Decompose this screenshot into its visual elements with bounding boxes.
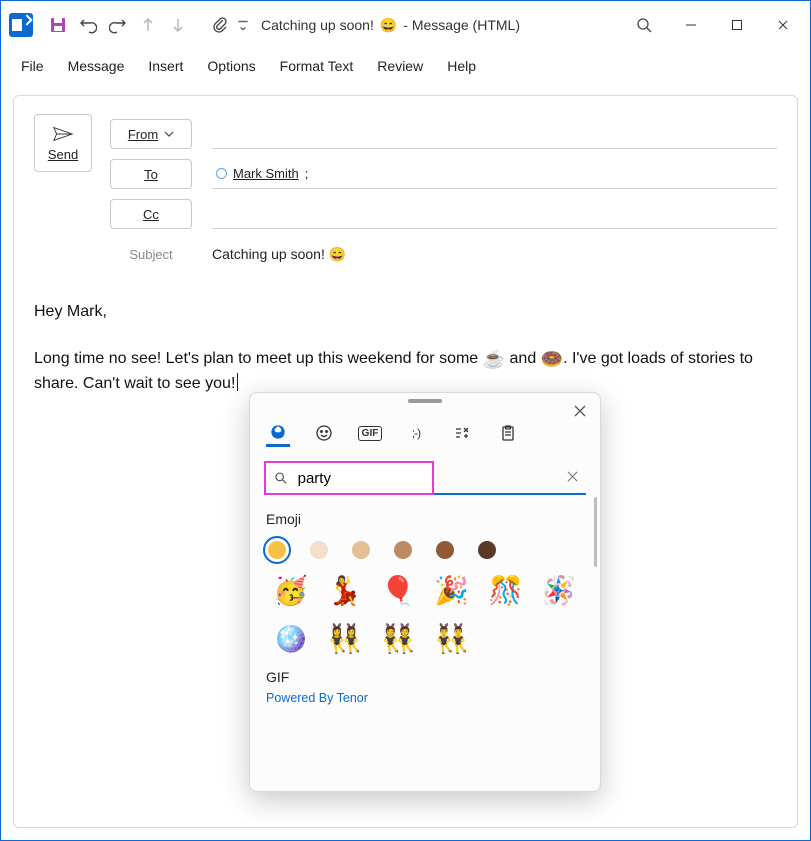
next-item-button[interactable]: [164, 11, 192, 39]
emoji-result-5[interactable]: 🪅: [542, 573, 576, 607]
from-field[interactable]: [212, 119, 777, 149]
skin-tone-row: [250, 533, 600, 563]
to-label: To: [144, 167, 158, 182]
emoji-results: Emoji 🥳 💃 🎈 🎉 🎊 🪅 🪩 👯‍♀️ 👯 👯‍♂️ GIF Powered By Te…: [250, 495, 600, 705]
panel-close-button[interactable]: [570, 401, 590, 421]
search-button[interactable]: [621, 11, 667, 39]
skin-tone-3[interactable]: [394, 541, 412, 559]
emoji-result-6[interactable]: 🪩: [274, 621, 308, 655]
donut-emoji: 🍩: [541, 349, 563, 369]
emoji-result-1[interactable]: 💃: [327, 573, 361, 607]
menu-file[interactable]: File: [9, 52, 56, 80]
tab-recent[interactable]: [266, 419, 290, 447]
subject-field[interactable]: Catching up soon! 😄: [212, 239, 777, 269]
chevron-down-icon: [164, 129, 174, 139]
tab-emoji[interactable]: [312, 419, 336, 447]
redo-button[interactable]: [104, 11, 132, 39]
body-line2: Long time no see! Let's plan to meet up …: [34, 346, 777, 395]
body-mid: and: [505, 350, 541, 367]
quick-access-dropdown[interactable]: [236, 11, 250, 39]
outlook-app-icon: [9, 13, 33, 37]
outlook-message-window: Catching up soon! 😄 - Message (HTML) Fil…: [0, 0, 811, 841]
emoji-result-4[interactable]: 🎊: [488, 573, 522, 607]
tab-symbols[interactable]: [450, 419, 474, 447]
maximize-button[interactable]: [714, 9, 760, 41]
window-title: Catching up soon! 😄 - Message (HTML): [261, 17, 520, 34]
kaomoji-label: ;-): [412, 426, 420, 440]
compose-card: Send From To: [13, 95, 798, 828]
text-cursor: [237, 373, 238, 391]
close-window-button[interactable]: [760, 9, 806, 41]
scrollbar[interactable]: [594, 497, 597, 567]
menu-message[interactable]: Message: [56, 52, 137, 80]
compose-header: Send From To: [34, 114, 777, 274]
emoji-result-8[interactable]: 👯: [381, 621, 415, 655]
minimize-button[interactable]: [668, 9, 714, 41]
content-area: Send From To: [1, 83, 810, 840]
tab-gif[interactable]: GIF: [358, 419, 382, 447]
emoji-result-0[interactable]: 🥳: [274, 573, 308, 607]
tab-kaomoji[interactable]: ;-): [404, 419, 428, 447]
emoji-result-3[interactable]: 🎉: [435, 573, 469, 607]
title-main: Catching up soon!: [261, 17, 374, 33]
section-gif-title: GIF: [266, 669, 584, 685]
send-label: Send: [48, 147, 78, 162]
section-emoji-title: Emoji: [250, 495, 600, 533]
from-label: From: [128, 127, 158, 142]
emoji-result-7[interactable]: 👯‍♀️: [327, 621, 361, 655]
presence-icon: [216, 168, 227, 179]
send-button[interactable]: Send: [34, 114, 92, 172]
emoji-search-box[interactable]: [264, 461, 434, 495]
emoji-result-2[interactable]: 🎈: [381, 573, 415, 607]
skin-tone-1[interactable]: [310, 541, 328, 559]
skin-tone-5[interactable]: [478, 541, 496, 559]
skin-tone-4[interactable]: [436, 541, 454, 559]
coffee-emoji: ☕: [483, 349, 505, 369]
recipient-chip[interactable]: Mark Smith;: [216, 166, 308, 181]
menu-help[interactable]: Help: [435, 52, 488, 80]
menu-bar: File Message Insert Options Format Text …: [1, 49, 810, 83]
emoji-search-input[interactable]: [296, 469, 424, 488]
subject-text: Catching up soon!: [212, 246, 325, 262]
titlebar: Catching up soon! 😄 - Message (HTML): [1, 1, 810, 49]
recipient-name: Mark Smith: [233, 166, 299, 181]
to-field[interactable]: Mark Smith;: [212, 159, 777, 189]
menu-review[interactable]: Review: [365, 52, 435, 80]
body-line1: Hey Mark,: [34, 300, 777, 323]
gif-label: GIF: [358, 426, 383, 441]
drag-handle[interactable]: [250, 393, 600, 409]
from-button[interactable]: From: [110, 119, 192, 149]
attach-file-button[interactable]: [206, 11, 234, 39]
clear-search-button[interactable]: [567, 469, 578, 485]
title-emoji: 😄: [380, 17, 397, 34]
tab-clipboard[interactable]: [496, 419, 520, 447]
emoji-picker-panel: GIF ;-): [249, 392, 601, 792]
subject-label: Subject: [110, 247, 192, 262]
skin-tone-2[interactable]: [352, 541, 370, 559]
cc-button[interactable]: Cc: [110, 199, 192, 229]
emoji-search-row: [264, 461, 586, 495]
prev-item-button[interactable]: [134, 11, 162, 39]
recipient-suffix: ;: [305, 166, 309, 181]
menu-insert[interactable]: Insert: [136, 52, 195, 80]
cc-label: Cc: [143, 207, 159, 222]
tenor-link[interactable]: Powered By Tenor: [266, 691, 584, 705]
emoji-result-9[interactable]: 👯‍♂️: [435, 621, 469, 655]
to-button[interactable]: To: [110, 159, 192, 189]
menu-format-text[interactable]: Format Text: [268, 52, 366, 80]
emoji-panel-tabs: GIF ;-): [250, 409, 600, 447]
save-button[interactable]: [44, 11, 72, 39]
search-icon: [274, 470, 288, 486]
skin-tone-0[interactable]: [268, 541, 286, 559]
subject-emoji: 😄: [329, 246, 346, 263]
undo-button[interactable]: [74, 11, 102, 39]
menu-options[interactable]: Options: [195, 52, 267, 80]
emoji-search-underline: [434, 461, 586, 495]
emoji-grid: 🥳 💃 🎈 🎉 🎊 🪅 🪩 👯‍♀️ 👯 👯‍♂️: [250, 563, 600, 659]
message-body[interactable]: Hey Mark, Long time no see! Let's plan t…: [34, 300, 777, 396]
body-pre: Long time no see! Let's plan to meet up …: [34, 350, 483, 367]
cc-field[interactable]: [212, 199, 777, 229]
title-suffix: - Message (HTML): [403, 17, 520, 33]
